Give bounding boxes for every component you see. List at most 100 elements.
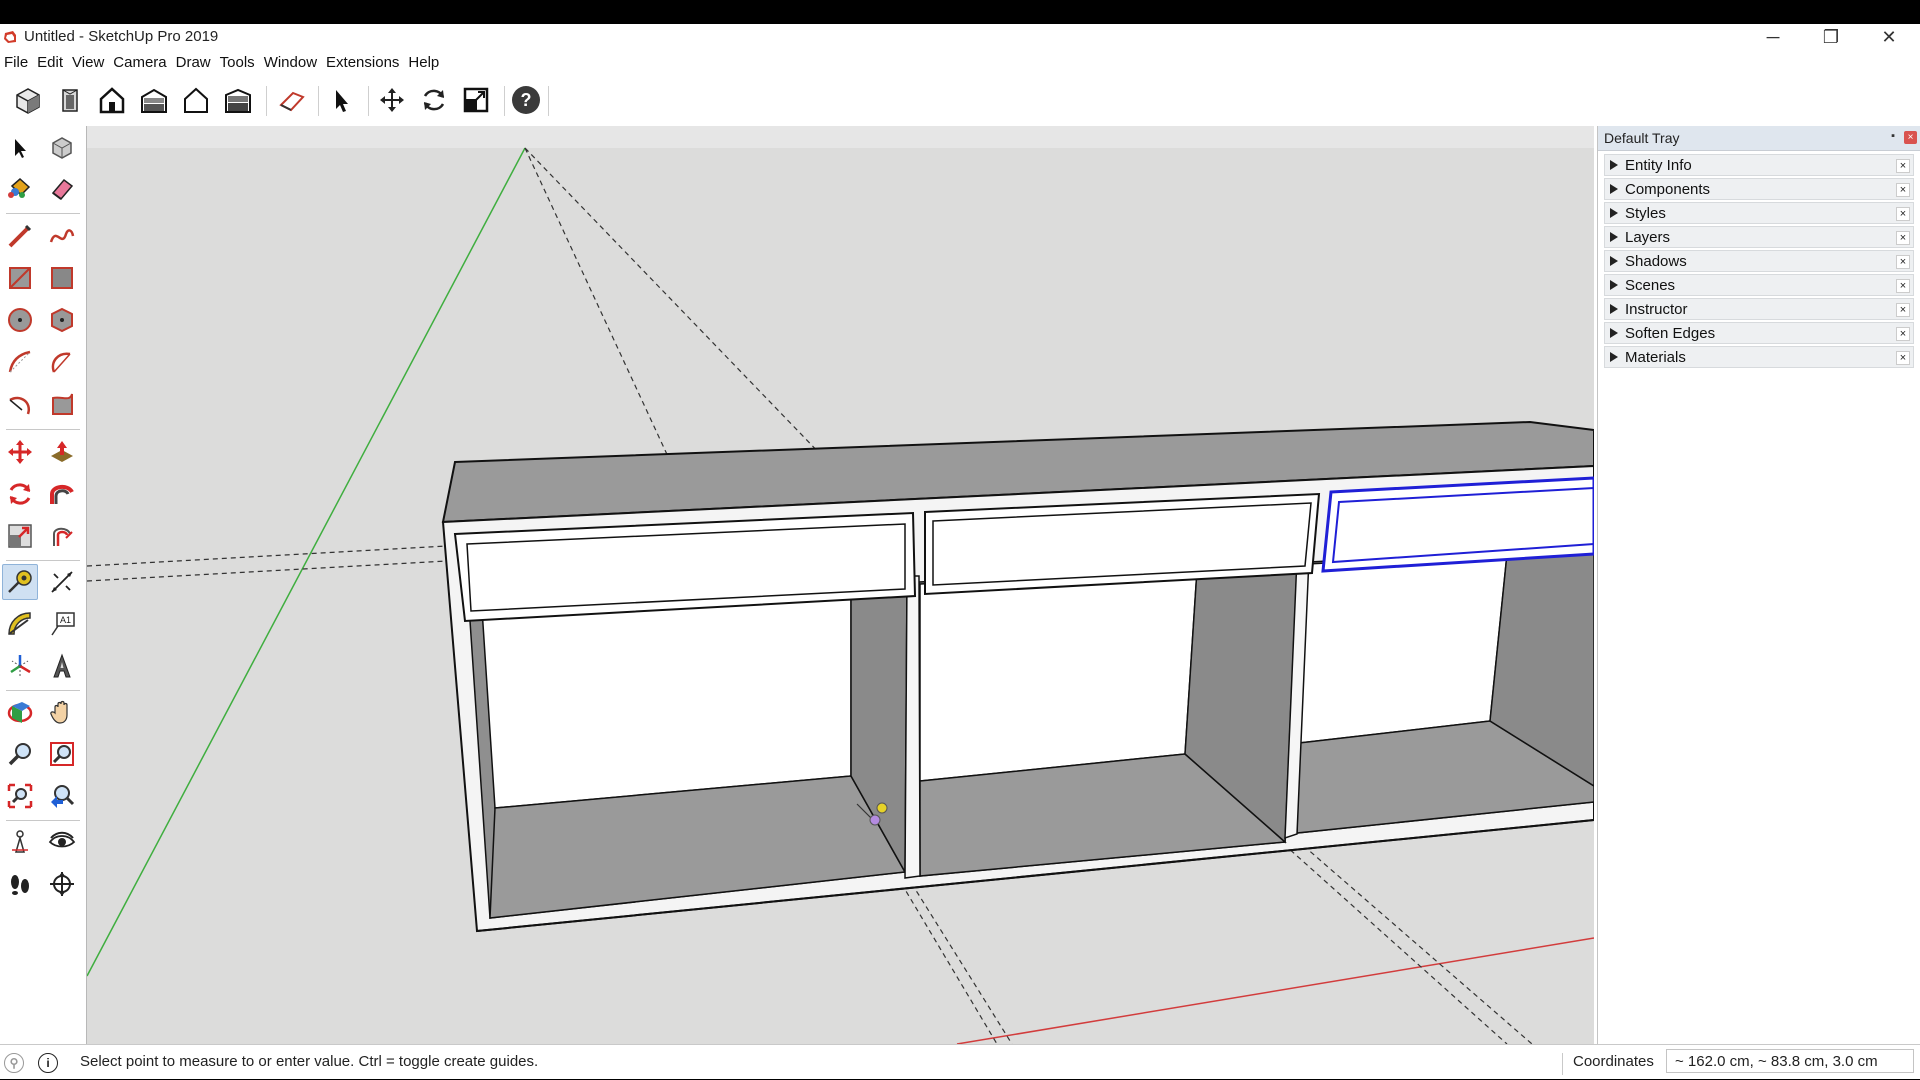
zoom-icon [8,743,31,766]
orbit-icon [7,702,33,723]
menu-camera[interactable]: Camera [109,50,171,74]
circle-tool-button[interactable] [2,302,38,338]
left-view-icon [225,88,251,113]
pan-tool-button[interactable] [44,694,80,730]
panel-close-button[interactable]: × [1896,351,1910,365]
menu-extensions[interactable]: Extensions [322,50,404,74]
zoom-extents-tool-button[interactable] [2,778,38,814]
menu-window[interactable]: Window [260,50,322,74]
menu-tools[interactable]: Tools [216,50,260,74]
geo-location-icon[interactable]: ⚲ [4,1053,24,1073]
panel-scenes[interactable]: Scenes × [1604,274,1914,296]
minimize-button[interactable]: ─ [1744,24,1802,50]
menu-bar: File Edit View Camera Draw Tools Window … [0,50,1920,74]
menu-file[interactable]: File [0,50,33,74]
rectangle-icon [9,267,31,289]
move-button[interactable] [372,82,412,118]
panel-close-button[interactable]: × [1896,231,1910,245]
tape-measure-tool-button[interactable] [2,564,38,600]
make-component-button[interactable] [44,130,80,166]
eraser-button[interactable] [44,170,80,206]
section-plane-button[interactable] [272,82,312,118]
panel-entity-info[interactable]: Entity Info × [1604,154,1914,176]
panel-instructor[interactable]: Instructor × [1604,298,1914,320]
previous-view-tool-button[interactable] [44,778,80,814]
orbit-tool-button[interactable] [2,694,38,730]
right-view-button[interactable] [134,82,174,118]
select-tool-button[interactable] [2,130,38,166]
rotate-icon [9,483,31,505]
select-icon [15,139,26,158]
help-button[interactable]: ? [506,82,546,118]
menu-help[interactable]: Help [404,50,444,74]
zoom-window-tool-button[interactable] [44,736,80,772]
select-button[interactable] [321,82,361,118]
expand-triangle-icon [1610,304,1618,314]
walk-tool-button[interactable] [2,866,38,902]
menu-draw[interactable]: Draw [172,50,216,74]
rotate-button[interactable] [414,82,454,118]
panel-components[interactable]: Components × [1604,178,1914,200]
pin-icon[interactable]: ▪ [1891,130,1895,142]
text-tool-button[interactable]: A1 [44,606,80,642]
arc-tool-button[interactable] [2,344,38,380]
two-point-arc-tool-button[interactable] [44,344,80,380]
three-point-arc-tool-button[interactable] [2,386,38,422]
info-icon[interactable]: i [38,1053,58,1073]
panel-close-button[interactable]: × [1896,207,1910,221]
3d-text-icon [53,653,71,678]
follow-me-tool-button[interactable] [44,476,80,512]
scale-button[interactable] [456,82,496,118]
protractor-tool-button[interactable] [2,606,38,642]
offset-tool-button[interactable] [44,518,80,554]
rotate-tool-button[interactable] [2,476,38,512]
window-title: Untitled - SketchUp Pro 2019 [24,28,219,45]
coordinates-value-box[interactable]: ~ 162.0 cm, ~ 83.8 cm, 3.0 cm [1666,1049,1914,1073]
menu-edit[interactable]: Edit [33,50,68,74]
iso-view-button[interactable] [8,82,48,118]
axes-tool-button[interactable] [2,648,38,684]
panel-close-button[interactable]: × [1896,159,1910,173]
freehand-tool-button[interactable] [44,218,80,254]
3d-text-tool-button[interactable] [44,648,80,684]
rectangle-tool-button[interactable] [2,260,38,296]
scale-tool-button[interactable] [2,518,38,554]
look-around-tool-button[interactable] [44,824,80,860]
model-viewport[interactable] [87,126,1594,1044]
dimension-tool-button[interactable] [44,564,80,600]
top-view-button[interactable] [50,82,90,118]
move-tool-button[interactable] [2,434,38,470]
close-button[interactable]: ✕ [1860,24,1918,50]
polygon-tool-button[interactable] [44,302,80,338]
position-camera-tool-button[interactable] [2,824,38,860]
panel-close-button[interactable]: × [1896,183,1910,197]
panel-soften-edges[interactable]: Soften Edges × [1604,322,1914,344]
panel-close-button[interactable]: × [1896,255,1910,269]
panel-styles[interactable]: Styles × [1604,202,1914,224]
panel-close-button[interactable]: × [1896,327,1910,341]
line-tool-button[interactable] [2,218,38,254]
panel-layers[interactable]: Layers × [1604,226,1914,248]
front-view-button[interactable] [92,82,132,118]
paint-bucket-button[interactable] [2,170,38,206]
restore-button[interactable]: ❐ [1802,24,1860,50]
tray-header: Default Tray ▪ × [1598,126,1920,151]
section-plane-tool-button[interactable] [44,866,80,902]
two-point-arc-icon [51,352,71,373]
panel-materials[interactable]: Materials × [1604,346,1914,368]
menu-view[interactable]: View [68,50,109,74]
toolbar-separator [266,86,267,116]
pie-tool-button[interactable] [44,386,80,422]
push-pull-tool-button[interactable] [44,434,80,470]
rotated-rectangle-tool-button[interactable] [44,260,80,296]
panel-close-button[interactable]: × [1896,303,1910,317]
zoom-tool-button[interactable] [2,736,38,772]
tray-close-button[interactable]: × [1904,131,1917,144]
back-view-button[interactable] [176,82,216,118]
left-view-button[interactable] [218,82,258,118]
panel-close-button[interactable]: × [1896,279,1910,293]
toolbar-separator [6,820,80,821]
position-camera-icon [12,830,28,853]
panel-shadows[interactable]: Shadows × [1604,250,1914,272]
toolbar-separator [6,690,80,691]
